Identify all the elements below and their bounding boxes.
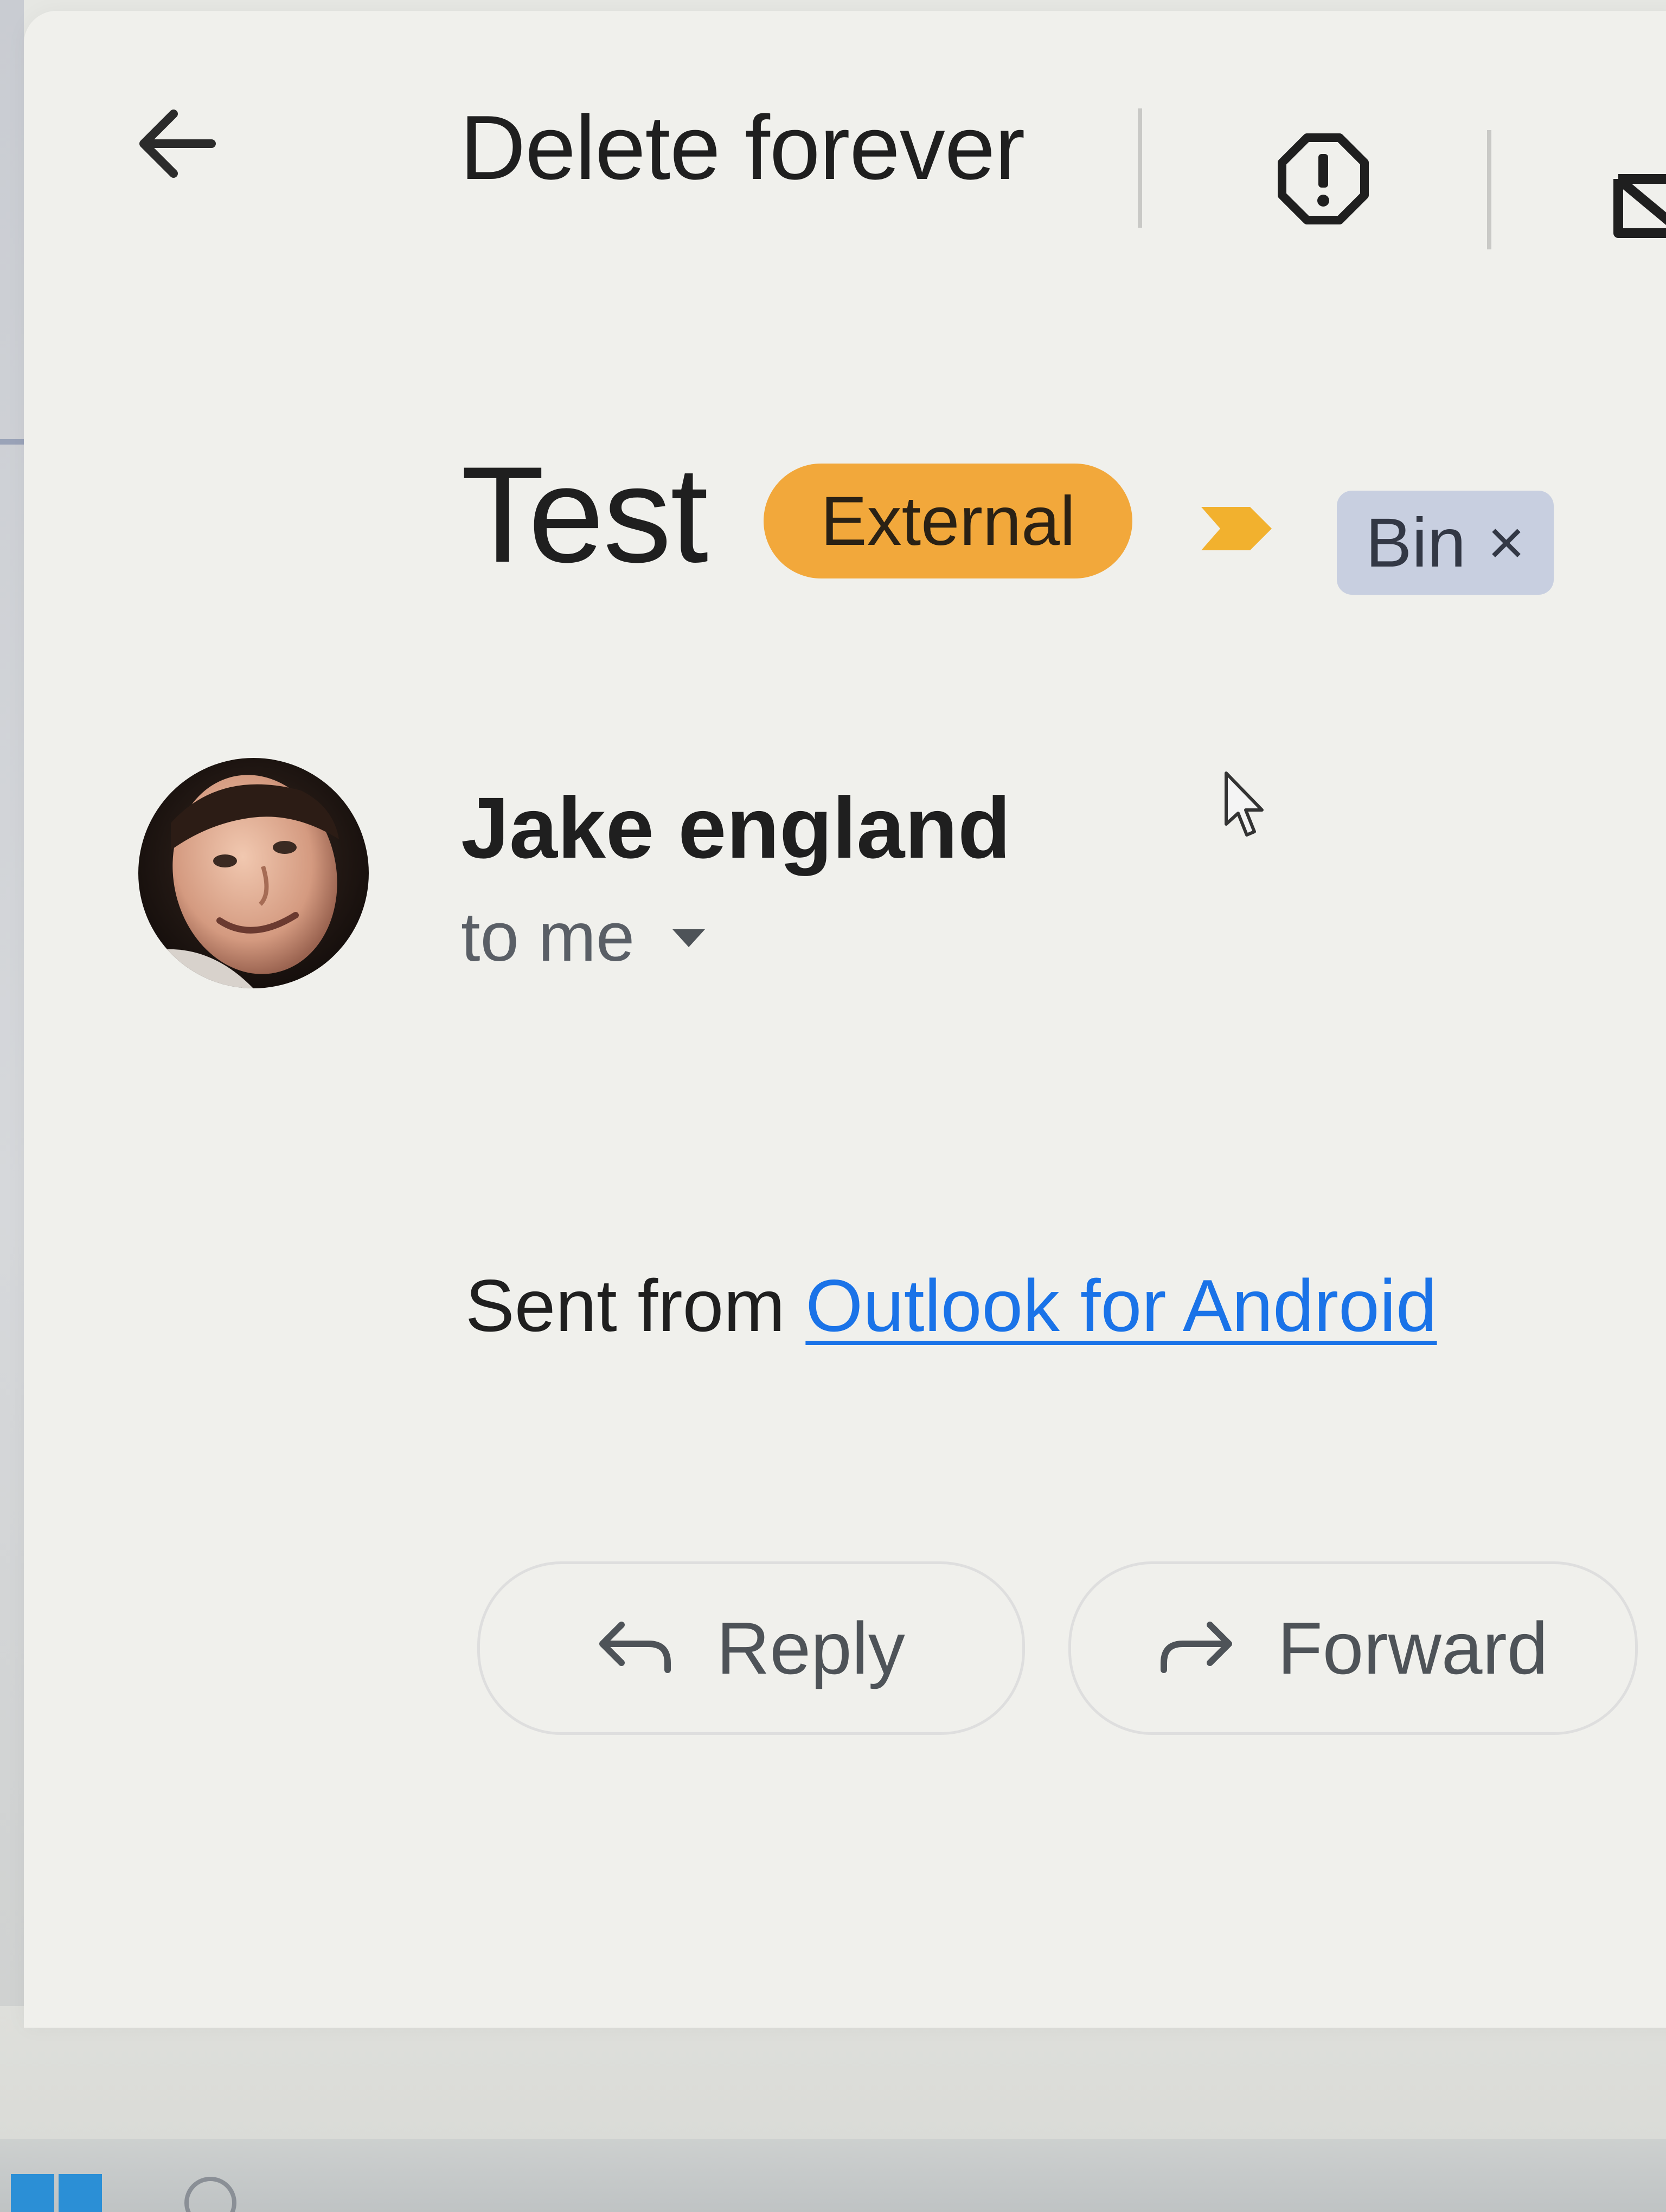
body-text: Sent from bbox=[465, 1264, 806, 1347]
sidebar-edge-indicator bbox=[0, 439, 24, 445]
mark-unread-icon bbox=[1613, 174, 1666, 238]
arrow-left-icon bbox=[139, 110, 216, 178]
sidebar-edge bbox=[0, 0, 24, 2006]
sender-avatar[interactable] bbox=[138, 758, 369, 988]
forward-label: Forward bbox=[1277, 1607, 1548, 1689]
forward-icon bbox=[1160, 1622, 1232, 1673]
chevron-down-icon[interactable] bbox=[667, 921, 710, 954]
toolbar-divider bbox=[1487, 130, 1491, 249]
reply-label: Reply bbox=[716, 1607, 905, 1689]
label-chip-external[interactable]: External bbox=[764, 464, 1132, 578]
delete-forever-button[interactable]: Delete forever bbox=[460, 95, 1025, 200]
toolbar-divider bbox=[1138, 108, 1142, 228]
reply-icon bbox=[599, 1622, 671, 1673]
mark-unread-button[interactable] bbox=[1611, 157, 1666, 244]
reply-button[interactable]: Reply bbox=[477, 1561, 1025, 1735]
label-chip-text: Bin bbox=[1366, 504, 1466, 582]
sender-name: Jake england bbox=[461, 779, 1011, 876]
email-subject: Test bbox=[461, 439, 708, 591]
recipient-details[interactable]: to me bbox=[461, 897, 710, 977]
screen: Delete forever Test External Bin × Jake … bbox=[0, 0, 1666, 2212]
remove-label-icon[interactable]: × bbox=[1488, 506, 1525, 580]
back-button[interactable] bbox=[130, 98, 222, 190]
email-body: Sent from Outlook for Android bbox=[465, 1263, 1437, 1348]
windows-start-icon[interactable] bbox=[11, 2174, 103, 2212]
report-spam-icon bbox=[1278, 133, 1369, 224]
recipient-label: to me bbox=[461, 898, 635, 976]
mouse-cursor-icon bbox=[1225, 771, 1264, 837]
important-marker-icon[interactable] bbox=[1196, 501, 1277, 556]
forward-button[interactable]: Forward bbox=[1068, 1561, 1638, 1735]
outlook-android-link[interactable]: Outlook for Android bbox=[805, 1264, 1437, 1347]
label-chip-text: External bbox=[821, 482, 1075, 560]
os-taskbar bbox=[0, 2139, 1666, 2212]
report-spam-button[interactable] bbox=[1274, 130, 1372, 228]
label-chip-bin[interactable]: Bin × bbox=[1337, 491, 1554, 595]
